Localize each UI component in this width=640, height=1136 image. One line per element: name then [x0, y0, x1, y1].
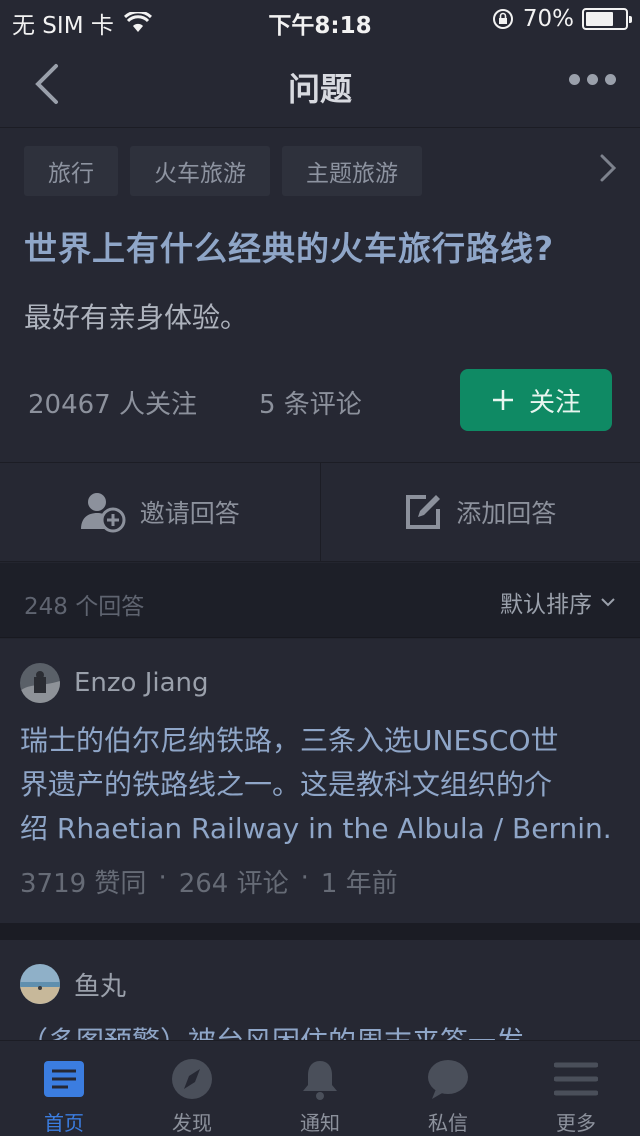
answer-author[interactable]: 鱼丸	[20, 964, 126, 1004]
tab-discover[interactable]: 发现	[128, 1041, 256, 1136]
question-card: 旅行 火车旅游 主题旅游 世界上有什么经典的火车旅行路线? 最好有亲身体验。 2…	[0, 128, 640, 462]
topic-tags: 旅行 火车旅游 主题旅游	[24, 146, 422, 196]
chevron-right-icon[interactable]	[596, 152, 620, 184]
excerpt-line: 界遗产的铁路线之一。这是教科文组织的介	[20, 768, 553, 801]
edit-icon	[406, 495, 441, 529]
battery-percent: 70%	[522, 6, 574, 32]
invite-user-icon	[80, 493, 126, 533]
author-name[interactable]: 鱼丸	[74, 966, 126, 1003]
tab-label: 首页	[44, 1111, 84, 1135]
excerpt-line: 瑞士的伯尔尼纳铁路，三条入选UNESCO世	[20, 724, 559, 757]
sort-dropdown[interactable]: 默认排序	[500, 585, 616, 619]
follower-count: 20467 人关注	[28, 390, 197, 420]
topic-tag[interactable]: 旅行	[24, 146, 118, 196]
chat-bubble-icon	[428, 1060, 468, 1099]
question-actions: 邀请回答 添加回答	[0, 462, 640, 562]
answer-time: 1 年前	[320, 869, 398, 899]
rotation-lock-icon	[492, 9, 513, 29]
answer-item[interactable]: Enzo Jiang 瑞士的伯尔尼纳铁路，三条入选UNESCO世 界遗产的铁路线…	[0, 639, 640, 923]
follow-button-label: 关注	[528, 387, 581, 418]
tab-bar: 首页 发现 通知 私信 更多	[0, 1040, 640, 1136]
tab-label: 通知	[300, 1111, 340, 1135]
compass-icon	[172, 1059, 212, 1099]
menu-icon	[554, 1062, 598, 1096]
plus-icon	[492, 390, 513, 410]
tab-label: 发现	[172, 1111, 212, 1135]
answers-header: 248 个回答 默认排序	[0, 563, 640, 638]
tab-messages[interactable]: 私信	[384, 1041, 512, 1136]
answer-excerpt[interactable]: 瑞士的伯尔尼纳铁路，三条入选UNESCO世 界遗产的铁路线之一。这是教科文组织的…	[20, 719, 610, 851]
author-name[interactable]: Enzo Jiang	[74, 668, 209, 698]
meta-separator: ·	[300, 863, 309, 893]
meta-separator: ·	[158, 863, 167, 893]
follow-button[interactable]: 关注	[460, 369, 612, 431]
tab-label: 更多	[556, 1111, 596, 1135]
topic-tag[interactable]: 火车旅游	[130, 146, 270, 196]
topic-tag[interactable]: 主题旅游	[282, 146, 422, 196]
avatar[interactable]	[20, 663, 60, 703]
comment-count: 264 评论	[178, 869, 289, 899]
tab-label: 私信	[428, 1111, 468, 1135]
comment-count-link[interactable]: 5 条评论	[259, 384, 362, 421]
invite-answer-label: 邀请回答	[139, 499, 240, 528]
navigation-bar: 问题	[0, 40, 640, 128]
home-feed-icon	[44, 1061, 84, 1097]
excerpt-line: 绍 Rhaetian Railway in the Albula / Berni…	[20, 812, 610, 845]
more-options-icon[interactable]	[569, 74, 616, 85]
add-answer-button[interactable]: 添加回答	[319, 463, 640, 561]
answer-meta: 3719 赞同 · 264 评论 · 1 年前	[20, 863, 398, 900]
divider	[0, 923, 640, 940]
add-answer-label: 添加回答	[456, 499, 557, 528]
like-count: 3719 赞同	[20, 869, 147, 899]
tab-more[interactable]: 更多	[512, 1041, 640, 1136]
avatar[interactable]	[20, 964, 60, 1004]
status-bar: 无 SIM 卡 下午8:18 70%	[0, 0, 640, 40]
page-title: 问题	[287, 70, 352, 108]
tab-notifications[interactable]: 通知	[256, 1041, 384, 1136]
tab-home[interactable]: 首页	[0, 1041, 128, 1136]
bell-icon	[303, 1061, 337, 1100]
chevron-down-icon	[601, 598, 615, 607]
battery-icon	[582, 8, 632, 30]
sort-label: 默认排序	[500, 592, 592, 618]
answer-author[interactable]: Enzo Jiang	[20, 663, 209, 703]
invite-answer-button[interactable]: 邀请回答	[0, 463, 320, 561]
question-title[interactable]: 世界上有什么经典的火车旅行路线?	[24, 222, 554, 270]
answer-count: 248 个回答	[24, 594, 145, 620]
question-description: 最好有亲身体验。	[24, 301, 249, 334]
